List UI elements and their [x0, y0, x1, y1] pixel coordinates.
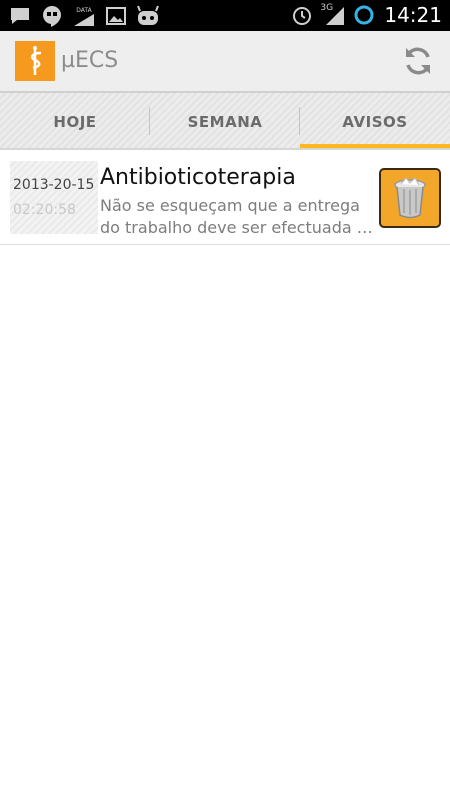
- data-icon: DATA: [72, 4, 96, 28]
- refresh-button[interactable]: [402, 45, 434, 77]
- trash-can-icon: [394, 177, 426, 219]
- notice-description: Não se esqueçam que a entrega do trabalh…: [100, 195, 376, 239]
- app-title: µECS: [61, 48, 119, 73]
- alarm-icon: [290, 3, 314, 27]
- notice-time: 02:20:58: [13, 202, 76, 218]
- notice-timestamp: 2013-20-15 02:20:58: [10, 161, 98, 234]
- notice-title: Antibioticoterapia: [100, 165, 296, 190]
- caduceus-icon[interactable]: [15, 41, 55, 81]
- data-label: DATA: [76, 7, 92, 14]
- ring-icon: [352, 3, 376, 27]
- tab-semana[interactable]: SEMANA: [150, 93, 300, 150]
- tab-avisos[interactable]: AVISOS: [300, 93, 450, 150]
- tab-label: AVISOS: [342, 112, 408, 131]
- notice-description-line: do trabalho deve ser efectuada at…: [100, 218, 376, 237]
- tab-bar: HOJE SEMANA AVISOS: [0, 91, 450, 150]
- tab-label: SEMANA: [187, 112, 263, 131]
- signal-icon: 3G: [320, 3, 346, 27]
- tab-hoje[interactable]: HOJE: [0, 93, 150, 150]
- network-type: 3G: [320, 3, 334, 13]
- delete-notice-button[interactable]: [379, 168, 441, 228]
- notice-list-item[interactable]: 2013-20-15 02:20:58 Antibioticoterapia N…: [0, 157, 450, 245]
- image-icon: [104, 4, 128, 28]
- notice-description-line: Não se esqueçam que a entrega: [100, 196, 360, 215]
- tab-label: HOJE: [53, 112, 97, 131]
- notice-date: 2013-20-15: [13, 177, 95, 193]
- tab-bar-divider: [0, 148, 450, 150]
- chat-icon: [8, 4, 32, 28]
- clock: 14:21: [384, 3, 442, 27]
- refresh-icon: [406, 47, 430, 75]
- cyanogen-icon: [136, 4, 160, 28]
- hangouts-icon: [40, 4, 64, 28]
- action-bar: µECS: [0, 31, 450, 91]
- status-bar: DATA 3G 14:21: [0, 0, 450, 31]
